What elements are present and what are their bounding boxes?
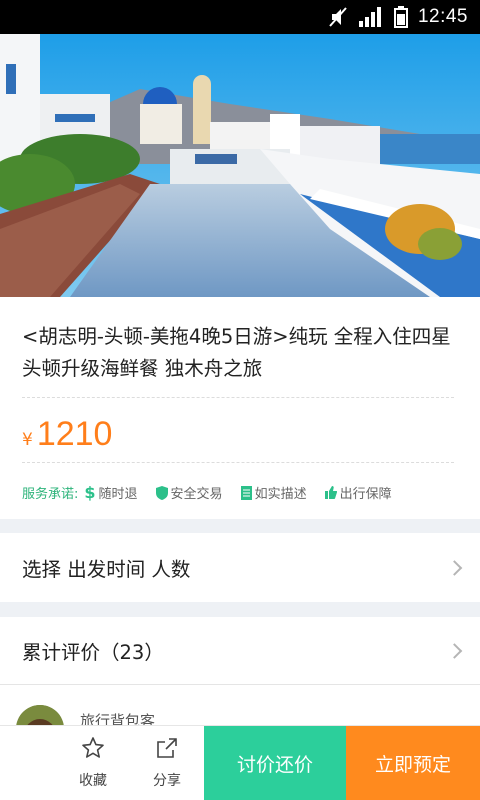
promise-text: 安全交易 <box>170 487 223 502</box>
promise-text: 出行保障 <box>339 487 392 502</box>
select-date-people-row[interactable]: 选择 出发时间 人数 <box>0 533 480 602</box>
section-gap <box>0 519 480 533</box>
share-button[interactable]: 分享 <box>130 726 204 800</box>
battery-icon <box>393 6 408 28</box>
favorite-label: 收藏 <box>79 773 107 789</box>
chevron-right-icon <box>446 642 463 659</box>
signal-icon <box>358 6 384 28</box>
promise-item-describe: 如实描述 <box>240 483 307 502</box>
status-time: 12:45 <box>417 6 468 27</box>
mute-icon <box>328 6 348 28</box>
reviewer-name: 旅行背包客 <box>80 712 156 725</box>
thumbs-up-icon <box>324 486 337 499</box>
hero-image[interactable] <box>0 34 480 297</box>
promise-item-guarantee: 出行保障 <box>324 483 392 502</box>
dollar-icon: $ <box>84 483 96 502</box>
row-label: 累计评价（23） <box>22 641 164 664</box>
bargain-button[interactable]: 讨价还价 <box>204 726 346 800</box>
share-icon <box>155 736 179 764</box>
price-value: 1210 <box>36 415 113 453</box>
book-now-button[interactable]: 立即预定 <box>346 726 480 800</box>
share-label: 分享 <box>153 773 181 789</box>
shield-icon <box>155 485 168 500</box>
promise-label: 服务承诺: <box>22 487 79 502</box>
document-icon <box>240 485 252 500</box>
promise-text: 如实描述 <box>254 487 307 502</box>
review-preview[interactable]: 旅行背包客 <box>0 685 480 725</box>
reviews-row[interactable]: 累计评价（23） <box>0 617 480 684</box>
product-title: <胡志明-头顿-美拖4晚5日游>纯玩 全程入住四星 头顿升级海鲜餐 独木舟之旅 <box>22 325 451 380</box>
service-promises: 服务承诺: $ 随时退 安全交易 如实描述 出行保障 <box>22 483 410 502</box>
divider <box>22 397 454 398</box>
price-symbol: ¥ <box>22 430 33 450</box>
bottom-action-bar: 收藏 分享 讨价还价 立即预定 <box>0 725 480 800</box>
favorite-button[interactable]: 收藏 <box>56 726 130 800</box>
status-bar: 12:45 <box>0 0 480 34</box>
promise-text: 随时退 <box>98 487 138 502</box>
avatar <box>16 705 64 725</box>
divider <box>22 462 454 463</box>
price: ¥ 1210 <box>22 415 112 454</box>
promise-item-refund: $ 随时退 <box>84 483 137 502</box>
promise-item-safe: 安全交易 <box>155 483 223 502</box>
row-label: 选择 出发时间 人数 <box>22 558 191 581</box>
chevron-right-icon <box>446 559 463 576</box>
product-info: <胡志明-头顿-美拖4晚5日游>纯玩 全程入住四星 头顿升级海鲜餐 独木舟之旅 … <box>0 297 480 519</box>
section-gap <box>0 602 480 617</box>
star-icon <box>81 736 105 764</box>
